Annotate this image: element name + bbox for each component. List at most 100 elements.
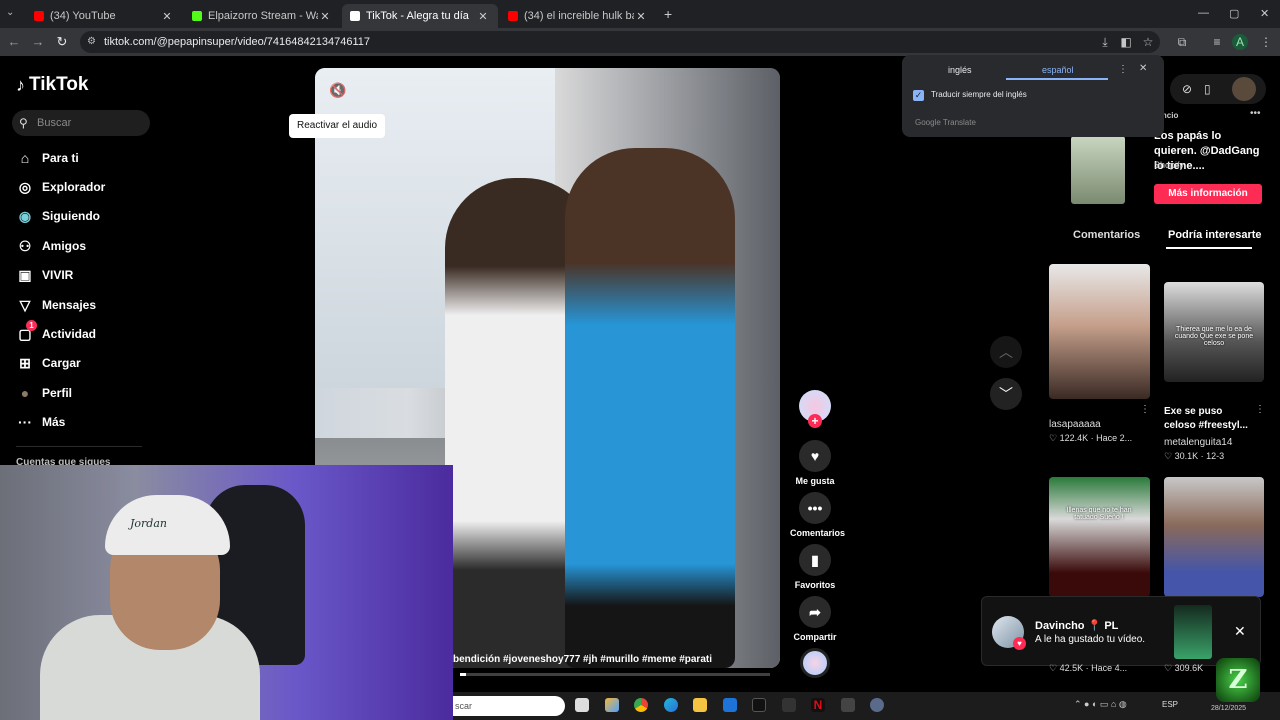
menu-icon[interactable]: ⋮ bbox=[1258, 34, 1274, 50]
bookmark-star-icon[interactable]: ☆ bbox=[1140, 34, 1156, 50]
tab-may-interest[interactable]: Podría interesarte bbox=[1168, 229, 1262, 241]
notification-thumbnail bbox=[1174, 605, 1212, 659]
follow-plus-icon[interactable]: + bbox=[808, 414, 822, 428]
reload-icon[interactable]: ↻ bbox=[53, 33, 71, 51]
sidebar-item-explorador[interactable]: ◎ Explorador bbox=[16, 176, 105, 198]
forward-icon[interactable]: → bbox=[29, 33, 47, 51]
progress-fill bbox=[460, 673, 467, 676]
sidebar-item-vivir[interactable]: ▣ VIVIR bbox=[16, 264, 73, 286]
comments-button[interactable]: ••• Comentarios bbox=[790, 492, 845, 538]
sidebar-item-mensajes[interactable]: ▽ Mensajes bbox=[16, 294, 96, 316]
card-author[interactable]: metalenguita14 bbox=[1164, 437, 1232, 448]
close-icon[interactable]: ✕ bbox=[1234, 623, 1246, 640]
sidebar-item-perfil[interactable]: ● Perfil bbox=[16, 382, 72, 404]
site-info-icon[interactable]: ⚙ bbox=[87, 31, 96, 53]
more-options-icon[interactable]: ••• bbox=[1250, 108, 1261, 119]
tab-title: (34) YouTube bbox=[50, 10, 116, 22]
card-caption[interactable]: Exe se puso celoso #freestyl... bbox=[1164, 405, 1256, 433]
tiktok-app-icon[interactable] bbox=[752, 698, 766, 712]
tab-youtube-hulk[interactable]: (34) el increible hulk bailando : ✕ bbox=[500, 4, 656, 28]
tiktok-logo[interactable]: ♪ TikTok bbox=[16, 74, 88, 96]
extensions-icon[interactable]: ⧉ bbox=[1174, 34, 1190, 50]
app-icon[interactable] bbox=[782, 698, 796, 712]
logo-text: TikTok bbox=[29, 74, 89, 95]
close-icon[interactable]: ✕ bbox=[1139, 63, 1147, 74]
video-progress-bar[interactable] bbox=[460, 673, 770, 676]
favorites-button[interactable]: ▮ Favoritos bbox=[790, 544, 840, 590]
user-avatar[interactable] bbox=[1232, 77, 1256, 101]
sidebar-item-actividad[interactable]: ▢ 1 Actividad bbox=[16, 320, 97, 345]
more-options-icon[interactable]: ⋮ bbox=[1255, 404, 1265, 415]
card-stats: ♡ 30.1K · 12-3 bbox=[1164, 451, 1225, 461]
cap-logo: Jordan bbox=[130, 517, 167, 530]
tab-kick[interactable]: Elpaizorro Stream - Watch Live ✕ bbox=[184, 4, 340, 28]
previous-video-button[interactable]: ︿ bbox=[990, 336, 1022, 368]
translate-tab-target[interactable]: español bbox=[1042, 65, 1074, 75]
always-translate-checkbox[interactable]: ✓ bbox=[913, 90, 924, 101]
sidebar-item-amigos[interactable]: ⚇ Amigos bbox=[16, 235, 86, 257]
task-view-icon[interactable] bbox=[575, 698, 589, 712]
tab-search-icon[interactable]: ⌄ bbox=[6, 7, 14, 18]
more-options-icon[interactable]: ⋮ bbox=[1118, 64, 1128, 75]
edge-icon[interactable] bbox=[664, 698, 678, 712]
install-icon[interactable]: ⤓ bbox=[1097, 34, 1113, 50]
like-notification[interactable]: ♥ Davincho 📍 PL A le ha gustado tu vídeo… bbox=[981, 596, 1261, 666]
heart-icon: ♥ bbox=[799, 440, 831, 472]
card-author[interactable]: lasapaaaaa bbox=[1049, 418, 1101, 432]
capcut-icon[interactable] bbox=[841, 698, 855, 712]
share-button[interactable]: ➦ Compartir bbox=[790, 596, 840, 642]
system-tray-icons[interactable]: ⌃ ● ◐ ▭ ⌂ ◍ bbox=[1074, 699, 1127, 710]
more-options-icon[interactable]: ⋮ bbox=[1140, 404, 1150, 415]
close-window-icon[interactable]: ✕ bbox=[1260, 7, 1269, 20]
ad-more-info-button[interactable]: Más información bbox=[1154, 184, 1262, 204]
address-bar[interactable]: ⚙ tiktok.com/@pepapinsuper/video/7416484… bbox=[80, 31, 1160, 53]
sidebar-item-cargar[interactable]: ⊞ Cargar bbox=[16, 352, 81, 374]
coins-icon[interactable]: ⊘ bbox=[1182, 82, 1192, 96]
close-tab-icon[interactable]: ✕ bbox=[634, 10, 648, 23]
settings-icon[interactable] bbox=[870, 698, 884, 712]
muted-speaker-icon[interactable]: 🔇 bbox=[329, 82, 347, 98]
close-tab-icon[interactable]: ✕ bbox=[318, 10, 332, 23]
tab-comments[interactable]: Comentarios bbox=[1073, 229, 1140, 241]
sidebar-item-siguiendo[interactable]: ◉ Siguiendo bbox=[16, 205, 100, 227]
video-hashtags[interactable]: bendición #jovenesh​oy777 #jh #murillo #… bbox=[453, 654, 712, 665]
taskbar-date[interactable]: 28/12/2025 bbox=[1211, 705, 1246, 712]
taskbar-search[interactable]: scar bbox=[453, 696, 565, 716]
tab-tiktok[interactable]: TikTok - Alegra tu día ✕ bbox=[342, 4, 498, 28]
reading-list-icon[interactable]: ≡ bbox=[1209, 34, 1225, 50]
video-card-thumbnail[interactable] bbox=[1049, 264, 1150, 399]
file-explorer-icon[interactable] bbox=[693, 698, 707, 712]
tab-youtube[interactable]: (34) YouTube ✕ bbox=[26, 4, 182, 28]
next-video-button[interactable]: ﹀ bbox=[990, 378, 1022, 410]
card-stats: ♡ 309.6K bbox=[1164, 663, 1204, 673]
chevron-up-icon: ︿ bbox=[999, 344, 1013, 360]
input-language[interactable]: ESP bbox=[1162, 700, 1178, 709]
like-button[interactable]: ♥ Me gusta bbox=[790, 440, 840, 486]
sidebar-item-label: Actividad bbox=[42, 327, 97, 341]
minimize-icon[interactable]: — bbox=[1198, 7, 1209, 19]
chrome-icon[interactable] bbox=[634, 698, 648, 712]
netflix-icon[interactable]: N bbox=[811, 698, 825, 712]
maximize-icon[interactable]: ▢ bbox=[1229, 7, 1239, 20]
like-label: Me gusta bbox=[795, 476, 835, 486]
translate-tab-source[interactable]: inglés bbox=[948, 65, 972, 75]
search-icon: ⚲ bbox=[19, 116, 28, 130]
back-icon[interactable]: ← bbox=[5, 33, 23, 51]
profile-avatar[interactable]: A bbox=[1232, 34, 1248, 50]
translate-icon[interactable]: ◧ bbox=[1118, 34, 1134, 50]
sidebar-item-label: Mensajes bbox=[42, 298, 97, 312]
video-card-thumbnail[interactable]: Thierea que me lo ea de cuando Que exe s… bbox=[1164, 282, 1264, 382]
video-card-thumbnail[interactable]: Illenas que no te han tatuado Sueño ! bbox=[1049, 477, 1150, 597]
store-icon[interactable] bbox=[723, 698, 737, 712]
ad-thumbnail[interactable] bbox=[1071, 136, 1125, 204]
copilot-icon[interactable] bbox=[605, 698, 619, 712]
close-tab-icon[interactable]: ✕ bbox=[476, 10, 490, 23]
search-input[interactable]: ⚲ Buscar bbox=[12, 110, 150, 136]
sidebar-item-para-ti[interactable]: ⌂ Para ti bbox=[16, 147, 79, 169]
music-disc-avatar[interactable] bbox=[800, 648, 830, 678]
sidebar-item-mas[interactable]: ··· Más bbox=[16, 411, 65, 433]
device-icon[interactable]: ▯ bbox=[1204, 82, 1211, 96]
close-tab-icon[interactable]: ✕ bbox=[160, 10, 174, 23]
new-tab-button[interactable]: + bbox=[664, 6, 672, 22]
video-card-thumbnail[interactable] bbox=[1164, 477, 1264, 597]
